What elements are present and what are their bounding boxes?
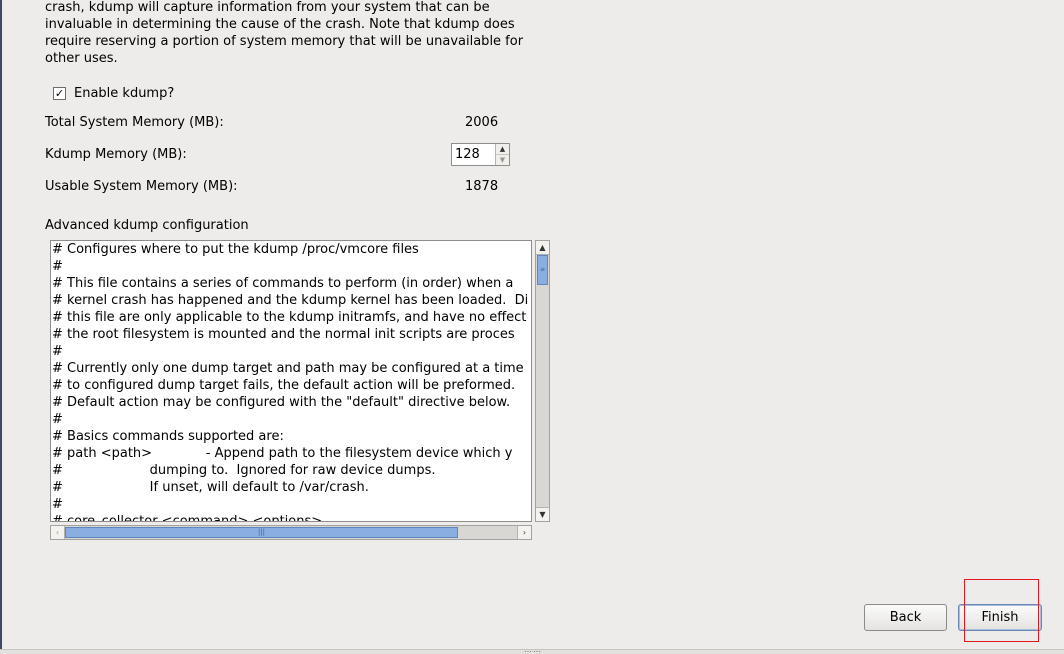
- config-line: # Configures where to put the kdump /pro…: [52, 242, 419, 257]
- intro-line-1: crash, kdump will capture information fr…: [45, 0, 490, 15]
- horizontal-scroll-thumb[interactable]: |||: [65, 527, 458, 538]
- horizontal-scrollbar[interactable]: ‹ ||| ›: [50, 525, 532, 540]
- config-line: # dumping to. Ignored for raw device dum…: [52, 463, 436, 478]
- config-line: #: [52, 344, 63, 359]
- kdump-memory-spinbox[interactable]: 128 ▲ ▼: [451, 143, 510, 166]
- config-line: # core_collector <command> <options>: [52, 514, 323, 522]
- enable-kdump-checkbox[interactable]: ✓: [53, 86, 66, 100]
- spin-up-icon[interactable]: ▲: [496, 144, 509, 154]
- finish-button[interactable]: Finish: [958, 604, 1042, 631]
- config-line: # Basics commands supported are:: [52, 429, 284, 444]
- scroll-up-icon[interactable]: ▲: [536, 241, 549, 255]
- total-memory-label: Total System Memory (MB):: [45, 115, 224, 130]
- config-line: # This file contains a series of command…: [52, 276, 514, 291]
- scroll-right-icon[interactable]: ›: [517, 526, 531, 539]
- config-line: #: [52, 259, 63, 274]
- advanced-config-title: Advanced kdump configuration: [45, 218, 249, 233]
- checkmark-icon: ✓: [54, 86, 65, 100]
- config-line: # to configured dump target fails, the d…: [52, 378, 516, 393]
- intro-line-3: require reserving a portion of system me…: [45, 34, 524, 49]
- grip-icon: |||: [257, 528, 266, 536]
- config-line: #: [52, 412, 63, 427]
- config-line: # the root filesystem is mounted and the…: [52, 327, 515, 342]
- config-line: # this file are only applicable to the k…: [52, 310, 527, 325]
- vertical-scroll-thumb[interactable]: ≡: [537, 255, 548, 285]
- vertical-scrollbar[interactable]: ▲ ≡ ▼: [535, 240, 550, 522]
- grip-icon: ≡: [539, 266, 546, 273]
- window-left-edge: [0, 0, 2, 654]
- advanced-config-textview[interactable]: # Configures where to put the kdump /pro…: [50, 240, 532, 522]
- scroll-left-icon[interactable]: ‹: [51, 526, 65, 539]
- kdump-memory-label: Kdump Memory (MB):: [45, 147, 187, 162]
- config-line: # Currently only one dump target and pat…: [52, 361, 524, 376]
- config-line: # Default action may be configured with …: [52, 395, 511, 410]
- config-line: # path <path> - Append path to the files…: [52, 446, 513, 461]
- config-line: #: [52, 497, 63, 512]
- intro-line-2: invaluable in determining the cause of t…: [45, 17, 515, 32]
- usable-memory-value: 1878: [465, 179, 499, 194]
- resize-grip-icon[interactable]: ……: [524, 646, 542, 654]
- kdump-memory-input[interactable]: 128: [455, 147, 480, 162]
- spin-down-icon[interactable]: ▼: [496, 154, 509, 165]
- scroll-down-icon[interactable]: ▼: [536, 507, 549, 521]
- kdump-intro-text: crash, kdump will capture information fr…: [45, 0, 545, 67]
- enable-kdump-row[interactable]: ✓ Enable kdump?: [53, 85, 174, 101]
- back-button[interactable]: Back: [864, 604, 947, 631]
- enable-kdump-label[interactable]: Enable kdump?: [74, 86, 174, 101]
- usable-memory-label: Usable System Memory (MB):: [45, 179, 238, 194]
- intro-line-4: other uses.: [45, 51, 118, 66]
- config-line: # If unset, will default to /var/crash.: [52, 480, 369, 495]
- spin-buttons: ▲ ▼: [495, 144, 509, 165]
- config-line: # kernel crash has happened and the kdum…: [52, 293, 529, 308]
- total-memory-value: 2006: [465, 115, 499, 130]
- config-text-lines: # Configures where to put the kdump /pro…: [52, 241, 529, 522]
